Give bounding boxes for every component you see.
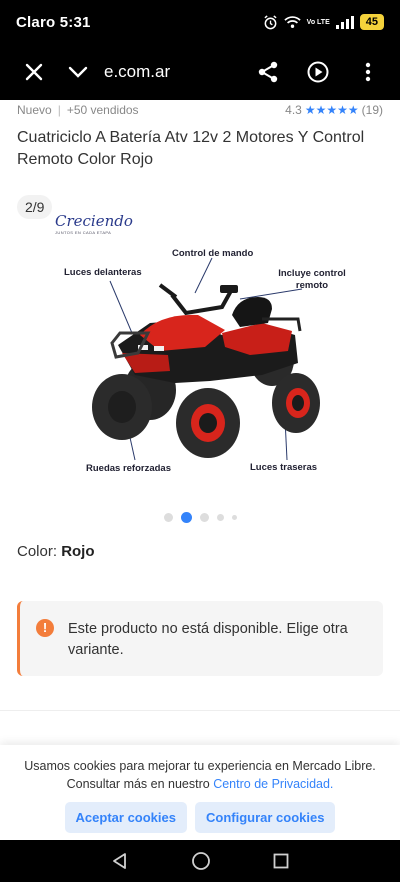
cookie-text: Usamos cookies para mejorar tu experienc… [24, 757, 376, 793]
share-button[interactable] [246, 50, 290, 94]
product-meta: Nuevo | +50 vendidos 4.3 ★★★★★ (19) [17, 102, 383, 118]
annotation-control: Control de mando [172, 248, 254, 259]
rating-count: (19) [361, 103, 383, 117]
condition-label: Nuevo [17, 103, 52, 117]
play-button[interactable] [296, 50, 340, 94]
close-icon [25, 63, 43, 81]
more-button[interactable] [346, 50, 390, 94]
home-icon[interactable] [191, 851, 211, 871]
color-value: Rojo [61, 543, 95, 560]
brand-logo: Creciendo JUNTOS EN CADA ETAPA [55, 212, 133, 235]
privacy-center-link[interactable]: Centro de Privacidad. [213, 777, 333, 791]
annotation-remote: Incluye control remoto [278, 268, 346, 291]
rating-value: 4.3 [285, 103, 302, 117]
signal-icon [335, 15, 354, 29]
share-icon [258, 61, 278, 83]
status-icons: Vo LTE 45 [263, 14, 384, 30]
back-icon[interactable] [111, 852, 129, 870]
rating-stars-icon: ★★★★★ [304, 103, 359, 117]
wifi-icon [284, 15, 301, 29]
chevron-down-icon [68, 66, 88, 78]
brand-name: Creciendo [55, 212, 133, 230]
product-gallery[interactable]: 2/9 Creciendo JUNTOS EN CADA ETAPA Luces… [0, 185, 400, 530]
image-counter: 2/9 [17, 195, 53, 219]
annotation-rear-lights: Luces traseras [250, 462, 318, 473]
color-selector: Color: Rojo [17, 543, 95, 560]
alarm-icon [263, 14, 278, 30]
meta-separator: | [57, 103, 61, 117]
accept-cookies-button[interactable]: Aceptar cookies [64, 802, 187, 833]
play-icon [307, 61, 329, 83]
pagination-dot[interactable] [216, 514, 224, 521]
color-label: Color: [17, 543, 58, 560]
browser-toolbar: e.com.ar [0, 44, 400, 100]
section-divider [0, 710, 400, 711]
pagination-dot-active[interactable] [180, 512, 192, 523]
battery-icon: 45 [359, 14, 384, 30]
carrier-time: Claro 5:31 [16, 13, 91, 31]
unavailable-notice: ! Este producto no está disponible. Elig… [17, 601, 383, 676]
recents-icon[interactable] [273, 853, 289, 869]
system-nav-bar [0, 840, 400, 882]
annotation-wheels: Ruedas reforzadas [86, 463, 172, 474]
sold-count: +50 vendidos [66, 103, 139, 117]
gallery-pagination [0, 512, 400, 523]
more-icon [365, 62, 371, 82]
pagination-dot[interactable] [163, 513, 173, 522]
url-text[interactable]: e.com.ar [104, 62, 170, 82]
rating[interactable]: 4.3 ★★★★★ (19) [285, 103, 383, 117]
warning-icon: ! [36, 619, 54, 637]
tabs-dropdown-button[interactable] [56, 50, 100, 94]
product-title: Cuatriciclo A Batería Atv 12v 2 Motores … [17, 129, 365, 168]
cookie-banner: Usamos cookies para mejorar tu experienc… [0, 745, 400, 840]
notice-text: Este producto no está disponible. Elige … [68, 621, 348, 658]
configure-cookies-button[interactable]: Configurar cookies [194, 802, 336, 833]
brand-tagline: JUNTOS EN CADA ETAPA [55, 230, 112, 235]
close-button[interactable] [12, 50, 56, 94]
network-label: Vo LTE [306, 18, 330, 26]
status-bar: Claro 5:31 Vo LTE 45 [0, 0, 400, 44]
annotation-front-lights: Luces delanteras [64, 267, 142, 278]
pagination-dot[interactable] [199, 513, 209, 522]
pagination-dot[interactable] [231, 515, 237, 520]
